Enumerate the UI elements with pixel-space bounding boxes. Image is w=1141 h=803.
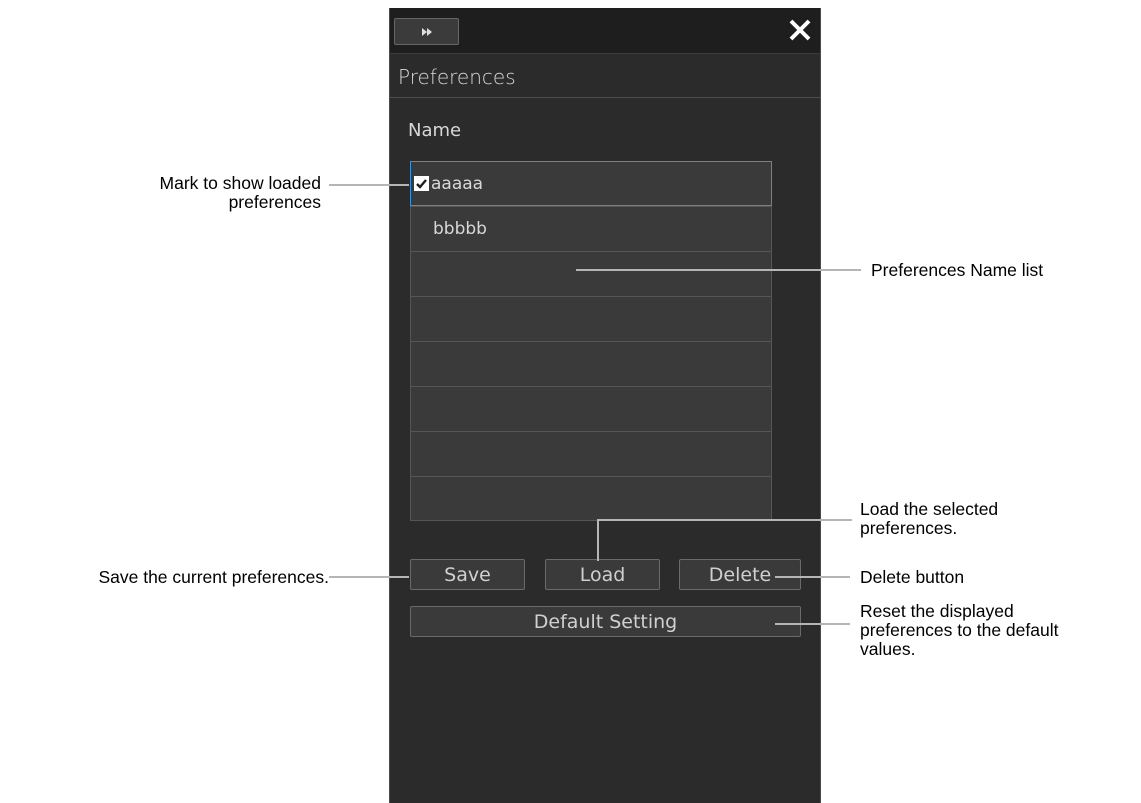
list-item[interactable] xyxy=(410,386,772,431)
delete-button[interactable]: Delete xyxy=(679,559,801,590)
leader-line-load-horizontal xyxy=(597,519,852,521)
callout-save: Save the current preferences. xyxy=(98,567,329,587)
list-item[interactable] xyxy=(410,341,772,386)
callout-reset-line3: values. xyxy=(860,639,916,659)
preferences-name-list[interactable]: aaaaa bbbbb xyxy=(410,161,772,521)
callout-load: Load the selected preferences. xyxy=(860,500,998,538)
callout-reset: Reset the displayed preferences to the d… xyxy=(860,602,1058,659)
callout-load-line1: Load the selected xyxy=(860,499,999,519)
checkmark-icon xyxy=(414,176,429,191)
expand-button[interactable] xyxy=(394,18,459,45)
list-item[interactable] xyxy=(410,251,772,296)
callout-mark-loaded-line1: Mark to show loaded xyxy=(159,173,321,193)
leader-line-reset xyxy=(775,623,850,625)
load-button[interactable]: Load xyxy=(545,559,660,590)
close-icon xyxy=(789,19,811,41)
list-item[interactable]: aaaaa xyxy=(410,161,772,206)
panel-title: Preferences xyxy=(398,65,516,89)
callout-load-line2: preferences. xyxy=(860,518,958,538)
save-button[interactable]: Save xyxy=(410,559,525,590)
leader-line-name-list xyxy=(576,269,861,271)
callout-name-list: Preferences Name list xyxy=(871,260,1044,280)
preferences-panel: Preferences Name aaaaa bbbbb Save Load De… xyxy=(389,8,821,803)
leader-line-load-vertical xyxy=(597,519,599,561)
name-column-header: Name xyxy=(408,120,462,141)
list-item[interactable] xyxy=(410,431,772,476)
double-chevron-right-icon xyxy=(421,27,432,36)
list-item-label: bbbbb xyxy=(433,219,487,239)
callout-delete: Delete button xyxy=(860,567,965,587)
list-item[interactable]: bbbbb xyxy=(410,206,772,251)
callout-mark-loaded: Mark to show loaded preferences xyxy=(160,174,321,212)
callout-reset-line2: preferences to the default xyxy=(860,620,1059,640)
title-divider xyxy=(390,97,820,98)
leader-line-delete xyxy=(775,576,850,578)
panel-topbar xyxy=(390,8,820,54)
leader-line-mark xyxy=(329,184,409,186)
default-setting-button[interactable]: Default Setting xyxy=(410,606,801,637)
callout-mark-loaded-line2: preferences xyxy=(228,192,321,212)
callout-reset-line1: Reset the displayed xyxy=(860,601,1014,621)
close-button[interactable] xyxy=(786,16,814,44)
list-item[interactable] xyxy=(410,476,772,521)
list-item-label: aaaaa xyxy=(431,173,484,194)
leader-line-save xyxy=(329,576,409,578)
list-item[interactable] xyxy=(410,296,772,341)
